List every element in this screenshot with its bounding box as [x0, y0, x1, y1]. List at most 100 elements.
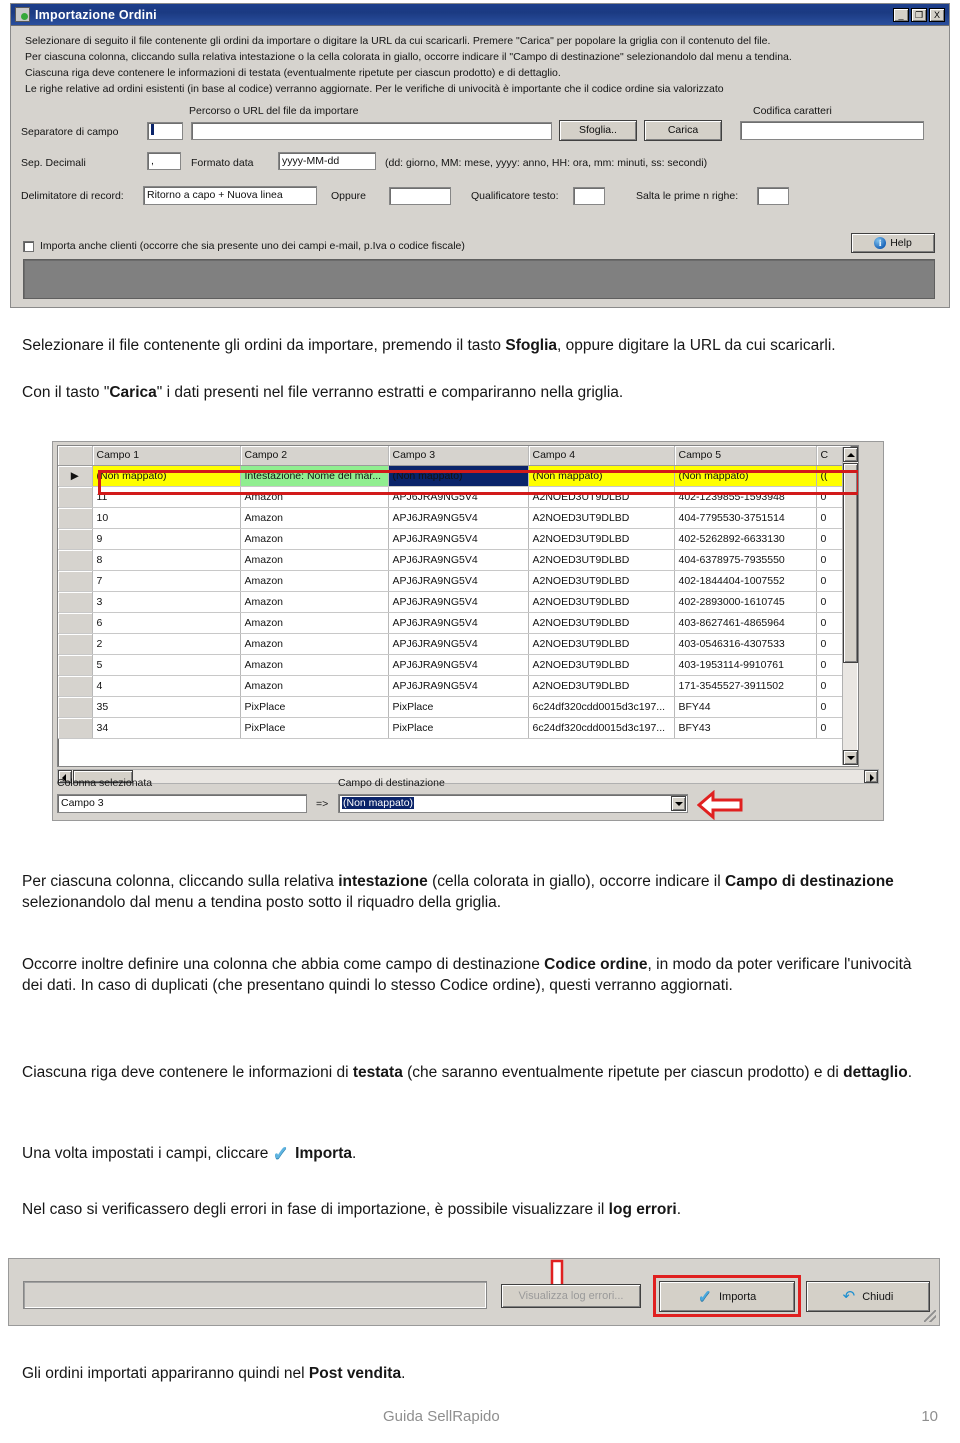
field-separator-input[interactable] — [147, 121, 183, 140]
table-cell[interactable]: A2NOED3UT9DLBD — [528, 549, 675, 571]
table-row[interactable]: 34 PixPlace PixPlace 6c24df320cdd0015d3c197… — [58, 717, 851, 739]
table-cell[interactable]: Amazon — [240, 528, 389, 550]
table-cell[interactable]: APJ6JRA9NG5V4 — [388, 570, 529, 592]
column-header-1[interactable]: Campo 1 — [92, 446, 241, 466]
table-cell[interactable]: 4 — [92, 675, 241, 697]
table-cell[interactable]: 402-1239855-1593948 — [674, 486, 817, 508]
table-cell[interactable]: APJ6JRA9NG5V4 — [388, 549, 529, 571]
table-row[interactable]: 6 Amazon APJ6JRA9NG5V4 A2NOED3UT9DLBD 403-86… — [58, 612, 851, 634]
table-cell[interactable]: A2NOED3UT9DLBD — [528, 654, 675, 676]
grid-vertical-scrollbar[interactable] — [842, 447, 858, 765]
table-cell[interactable]: Amazon — [240, 675, 389, 697]
table-cell[interactable]: 6c24df320cdd0015d3c197... — [528, 696, 675, 718]
scroll-up-icon[interactable] — [843, 447, 858, 462]
or-input[interactable] — [389, 186, 451, 205]
table-cell[interactable]: PixPlace — [240, 717, 389, 739]
table-cell[interactable]: 7 — [92, 570, 241, 592]
table-cell[interactable]: APJ6JRA9NG5V4 — [388, 675, 529, 697]
scroll-right-icon[interactable] — [864, 770, 878, 783]
text-qualifier-input[interactable] — [573, 186, 605, 205]
table-cell[interactable]: 35 — [92, 696, 241, 718]
vertical-scroll-thumb[interactable] — [843, 463, 858, 663]
table-cell[interactable]: 404-7795530-3751514 — [674, 507, 817, 529]
table-cell[interactable]: A2NOED3UT9DLBD — [528, 675, 675, 697]
table-cell[interactable]: 9 — [92, 528, 241, 550]
table-cell[interactable]: A2NOED3UT9DLBD — [528, 528, 675, 550]
column-header-2[interactable]: Campo 2 — [240, 446, 389, 466]
table-cell[interactable]: A2NOED3UT9DLBD — [528, 507, 675, 529]
chevron-down-icon[interactable] — [671, 796, 686, 811]
table-row[interactable]: 5 Amazon APJ6JRA9NG5V4 A2NOED3UT9DLBD 403-19… — [58, 654, 851, 676]
column-header-3[interactable]: Campo 3 — [388, 446, 529, 466]
date-format-input[interactable]: yyyy-MM-dd — [278, 151, 376, 170]
column-header-5[interactable]: Campo 5 — [674, 446, 817, 466]
table-cell[interactable]: BFY44 — [674, 696, 817, 718]
table-cell[interactable]: A2NOED3UT9DLBD — [528, 633, 675, 655]
table-cell[interactable]: A2NOED3UT9DLBD — [528, 570, 675, 592]
row-gutter-cell[interactable] — [58, 528, 93, 550]
table-cell[interactable]: Amazon — [240, 507, 389, 529]
row-gutter-cell[interactable] — [58, 717, 93, 739]
help-button[interactable]: i Help — [851, 233, 935, 253]
table-row[interactable]: 4 Amazon APJ6JRA9NG5V4 A2NOED3UT9DLBD 171-35… — [58, 675, 851, 697]
data-grid[interactable]: Campo 1 Campo 2 Campo 3 Campo 4 Campo 5 … — [57, 445, 859, 767]
table-cell[interactable]: 402-5262892-6633130 — [674, 528, 817, 550]
table-cell[interactable]: APJ6JRA9NG5V4 — [388, 633, 529, 655]
table-cell[interactable]: APJ6JRA9NG5V4 — [388, 654, 529, 676]
row-gutter-cell[interactable] — [58, 654, 93, 676]
table-cell[interactable]: APJ6JRA9NG5V4 — [388, 528, 529, 550]
table-row[interactable]: 8 Amazon APJ6JRA9NG5V4 A2NOED3UT9DLBD 404-63… — [58, 549, 851, 571]
table-cell[interactable]: 6 — [92, 612, 241, 634]
scroll-down-icon[interactable] — [843, 750, 858, 765]
row-gutter-cell[interactable] — [58, 486, 93, 508]
table-cell[interactable]: 34 — [92, 717, 241, 739]
table-cell[interactable]: 3 — [92, 591, 241, 613]
table-cell[interactable]: 403-0546316-4307533 — [674, 633, 817, 655]
table-cell[interactable]: 11 — [92, 486, 241, 508]
mapping-cell-2[interactable]: Intestazione: Nome del mar... — [240, 465, 389, 487]
table-row[interactable]: 2 Amazon APJ6JRA9NG5V4 A2NOED3UT9DLBD 403-05… — [58, 633, 851, 655]
encoding-combo[interactable] — [740, 120, 924, 140]
import-customers-checkbox[interactable] — [23, 240, 34, 252]
table-row[interactable]: 3 Amazon APJ6JRA9NG5V4 A2NOED3UT9DLBD 402-28… — [58, 591, 851, 613]
close-button[interactable]: ↶ Chiudi — [806, 1281, 930, 1312]
table-cell[interactable]: Amazon — [240, 654, 389, 676]
table-cell[interactable]: 8 — [92, 549, 241, 571]
grid-mapping-row[interactable]: ▶ (Non mappato) Intestazione: Nome del m… — [58, 465, 851, 487]
row-gutter-cell[interactable] — [58, 675, 93, 697]
minimize-icon[interactable]: _ — [893, 7, 909, 22]
row-gutter-cell[interactable] — [58, 591, 93, 613]
table-cell[interactable]: 2 — [92, 633, 241, 655]
row-gutter-cell[interactable] — [58, 570, 93, 592]
table-cell[interactable]: Amazon — [240, 570, 389, 592]
row-gutter-cell[interactable] — [58, 633, 93, 655]
table-row[interactable]: 10 Amazon APJ6JRA9NG5V4 A2NOED3UT9DLBD 404-7… — [58, 507, 851, 529]
path-url-input[interactable] — [191, 121, 552, 140]
table-row[interactable]: 35 PixPlace PixPlace 6c24df320cdd0015d3c197… — [58, 696, 851, 718]
table-cell[interactable]: PixPlace — [240, 696, 389, 718]
table-cell[interactable]: A2NOED3UT9DLBD — [528, 591, 675, 613]
table-cell[interactable]: PixPlace — [388, 717, 529, 739]
table-cell[interactable]: 402-1844404-1007552 — [674, 570, 817, 592]
table-cell[interactable]: APJ6JRA9NG5V4 — [388, 612, 529, 634]
table-cell[interactable]: Amazon — [240, 633, 389, 655]
close-icon[interactable]: X — [929, 7, 945, 22]
row-gutter-cell[interactable] — [58, 696, 93, 718]
table-cell[interactable]: Amazon — [240, 486, 389, 508]
row-gutter-cell[interactable] — [58, 549, 93, 571]
skip-rows-input[interactable] — [757, 186, 789, 205]
browse-button[interactable]: Sfoglia.. — [559, 119, 637, 141]
table-cell[interactable]: 10 — [92, 507, 241, 529]
table-row[interactable]: 7 Amazon APJ6JRA9NG5V4 A2NOED3UT9DLBD 402-18… — [58, 570, 851, 592]
record-delimiter-combo[interactable]: Ritorno a capo + Nuova linea — [143, 185, 317, 205]
row-gutter-cell[interactable] — [58, 507, 93, 529]
mapping-cell-5[interactable]: (Non mappato) — [674, 465, 817, 487]
table-cell[interactable]: Amazon — [240, 591, 389, 613]
table-cell[interactable]: 171-3545527-3911502 — [674, 675, 817, 697]
mapping-cell-1[interactable]: (Non mappato) — [92, 465, 241, 487]
mapping-cell-3[interactable]: (Non mappato) — [388, 465, 529, 487]
table-cell[interactable]: 403-8627461-4865964 — [674, 612, 817, 634]
table-cell[interactable]: APJ6JRA9NG5V4 — [388, 486, 529, 508]
table-cell[interactable]: 403-1953114-9910761 — [674, 654, 817, 676]
table-cell[interactable]: APJ6JRA9NG5V4 — [388, 591, 529, 613]
